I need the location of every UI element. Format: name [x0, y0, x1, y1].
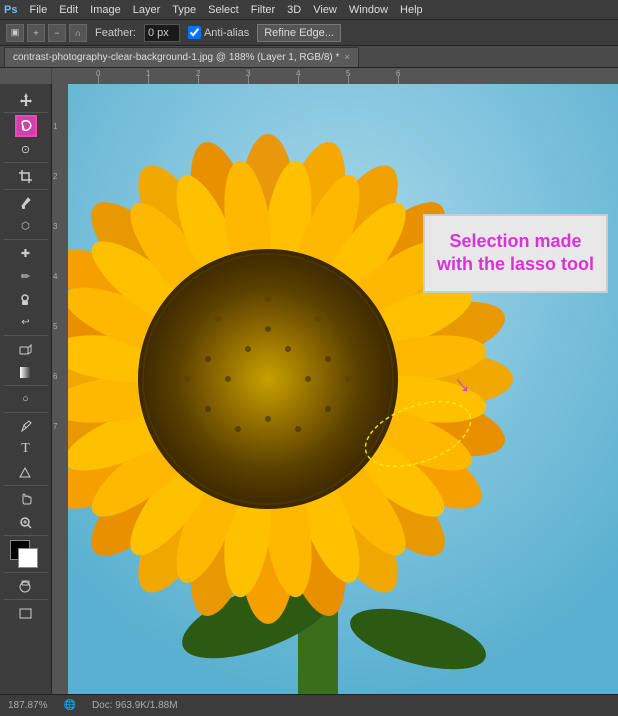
lasso-tool-btn[interactable]	[15, 115, 37, 137]
brush-tool-btn[interactable]: ✏	[15, 265, 37, 287]
menu-layer[interactable]: Layer	[133, 4, 161, 16]
menu-3d[interactable]: 3D	[287, 4, 301, 16]
anti-alias-label[interactable]: Anti-alias	[188, 26, 249, 39]
callout-text: Selection made with the lasso tool	[437, 231, 594, 274]
options-bar: ▣ + − ∩ Feather: Anti-alias Refine Edge.…	[0, 20, 618, 46]
dodge-tool-btn[interactable]: ○	[15, 388, 37, 410]
document-tab[interactable]: contrast-photography-clear-background-1.…	[4, 47, 359, 67]
gradient-tool-btn[interactable]	[15, 361, 37, 383]
spot-heal-btn[interactable]: ✚	[15, 242, 37, 264]
zoom-level: 187.87%	[8, 700, 47, 711]
new-selection-btn[interactable]: ▣	[6, 24, 24, 42]
feather-label: Feather:	[95, 27, 136, 39]
ruler-horizontal: 0 1 2 3 4 5 6	[68, 68, 618, 84]
doc-info: Doc: 963.9K/1.88M	[92, 700, 178, 711]
menu-type[interactable]: Type	[172, 4, 196, 16]
move-tool-btn[interactable]	[15, 88, 37, 110]
text-tool-btn[interactable]: T	[15, 438, 37, 460]
feather-input[interactable]	[144, 24, 180, 42]
menu-help[interactable]: Help	[400, 4, 423, 16]
main-area: ⊙ ⬡ ✚ ✏ ↩	[0, 84, 618, 694]
menu-edit[interactable]: Edit	[59, 4, 78, 16]
anti-alias-checkbox[interactable]	[188, 26, 201, 39]
pen-tool-btn[interactable]	[15, 415, 37, 437]
zoom-tool-btn[interactable]	[15, 511, 37, 533]
crop-tool-btn[interactable]	[15, 165, 37, 187]
canvas-image	[68, 84, 618, 694]
hand-tool-btn[interactable]	[15, 488, 37, 510]
menu-window[interactable]: Window	[349, 4, 388, 16]
quick-select-tool-btn[interactable]: ⊙	[15, 138, 37, 160]
canvas-container: Selection made with the lasso tool ↑	[68, 84, 618, 694]
menu-filter[interactable]: Filter	[251, 4, 275, 16]
stamp-tool-btn[interactable]	[15, 288, 37, 310]
quick-mask-btn[interactable]	[15, 575, 37, 597]
eyedropper-tool-btn[interactable]	[15, 192, 37, 214]
menu-select[interactable]: Select	[208, 4, 239, 16]
menu-image[interactable]: Image	[90, 4, 121, 16]
status-icon: 🌐	[63, 700, 75, 711]
tool-mode-icons: ▣ + − ∩	[6, 24, 87, 42]
canvas-area: 1 2 3 4 5 6 7	[52, 84, 618, 694]
menu-bar: Ps File Edit Image Layer Type Select Fil…	[0, 0, 618, 20]
toolbar: ⊙ ⬡ ✚ ✏ ↩	[0, 84, 52, 694]
tab-filename: contrast-photography-clear-background-1.…	[13, 52, 339, 63]
color-swatches[interactable]	[10, 540, 42, 568]
subtract-selection-btn[interactable]: −	[48, 24, 66, 42]
status-bar: 187.87% 🌐 Doc: 963.9K/1.88M	[0, 694, 618, 716]
eraser-tool-btn[interactable]	[15, 338, 37, 360]
tab-close-button[interactable]: ×	[344, 52, 349, 62]
shape-tool-btn[interactable]	[15, 461, 37, 483]
intersect-selection-btn[interactable]: ∩	[69, 24, 87, 42]
history-brush-btn[interactable]: ↩	[15, 311, 37, 333]
tab-bar: contrast-photography-clear-background-1.…	[0, 46, 618, 68]
measure-tool-btn[interactable]: ⬡	[15, 215, 37, 237]
callout-box: Selection made with the lasso tool	[423, 214, 608, 293]
screen-mode-btn[interactable]	[15, 602, 37, 624]
menu-file[interactable]: File	[29, 4, 47, 16]
menu-view[interactable]: View	[313, 4, 337, 16]
ruler-vertical: 1 2 3 4 5 6 7	[52, 84, 68, 694]
refine-edge-button[interactable]: Refine Edge...	[257, 24, 341, 42]
menu-ps[interactable]: Ps	[4, 4, 17, 16]
add-selection-btn[interactable]: +	[27, 24, 45, 42]
